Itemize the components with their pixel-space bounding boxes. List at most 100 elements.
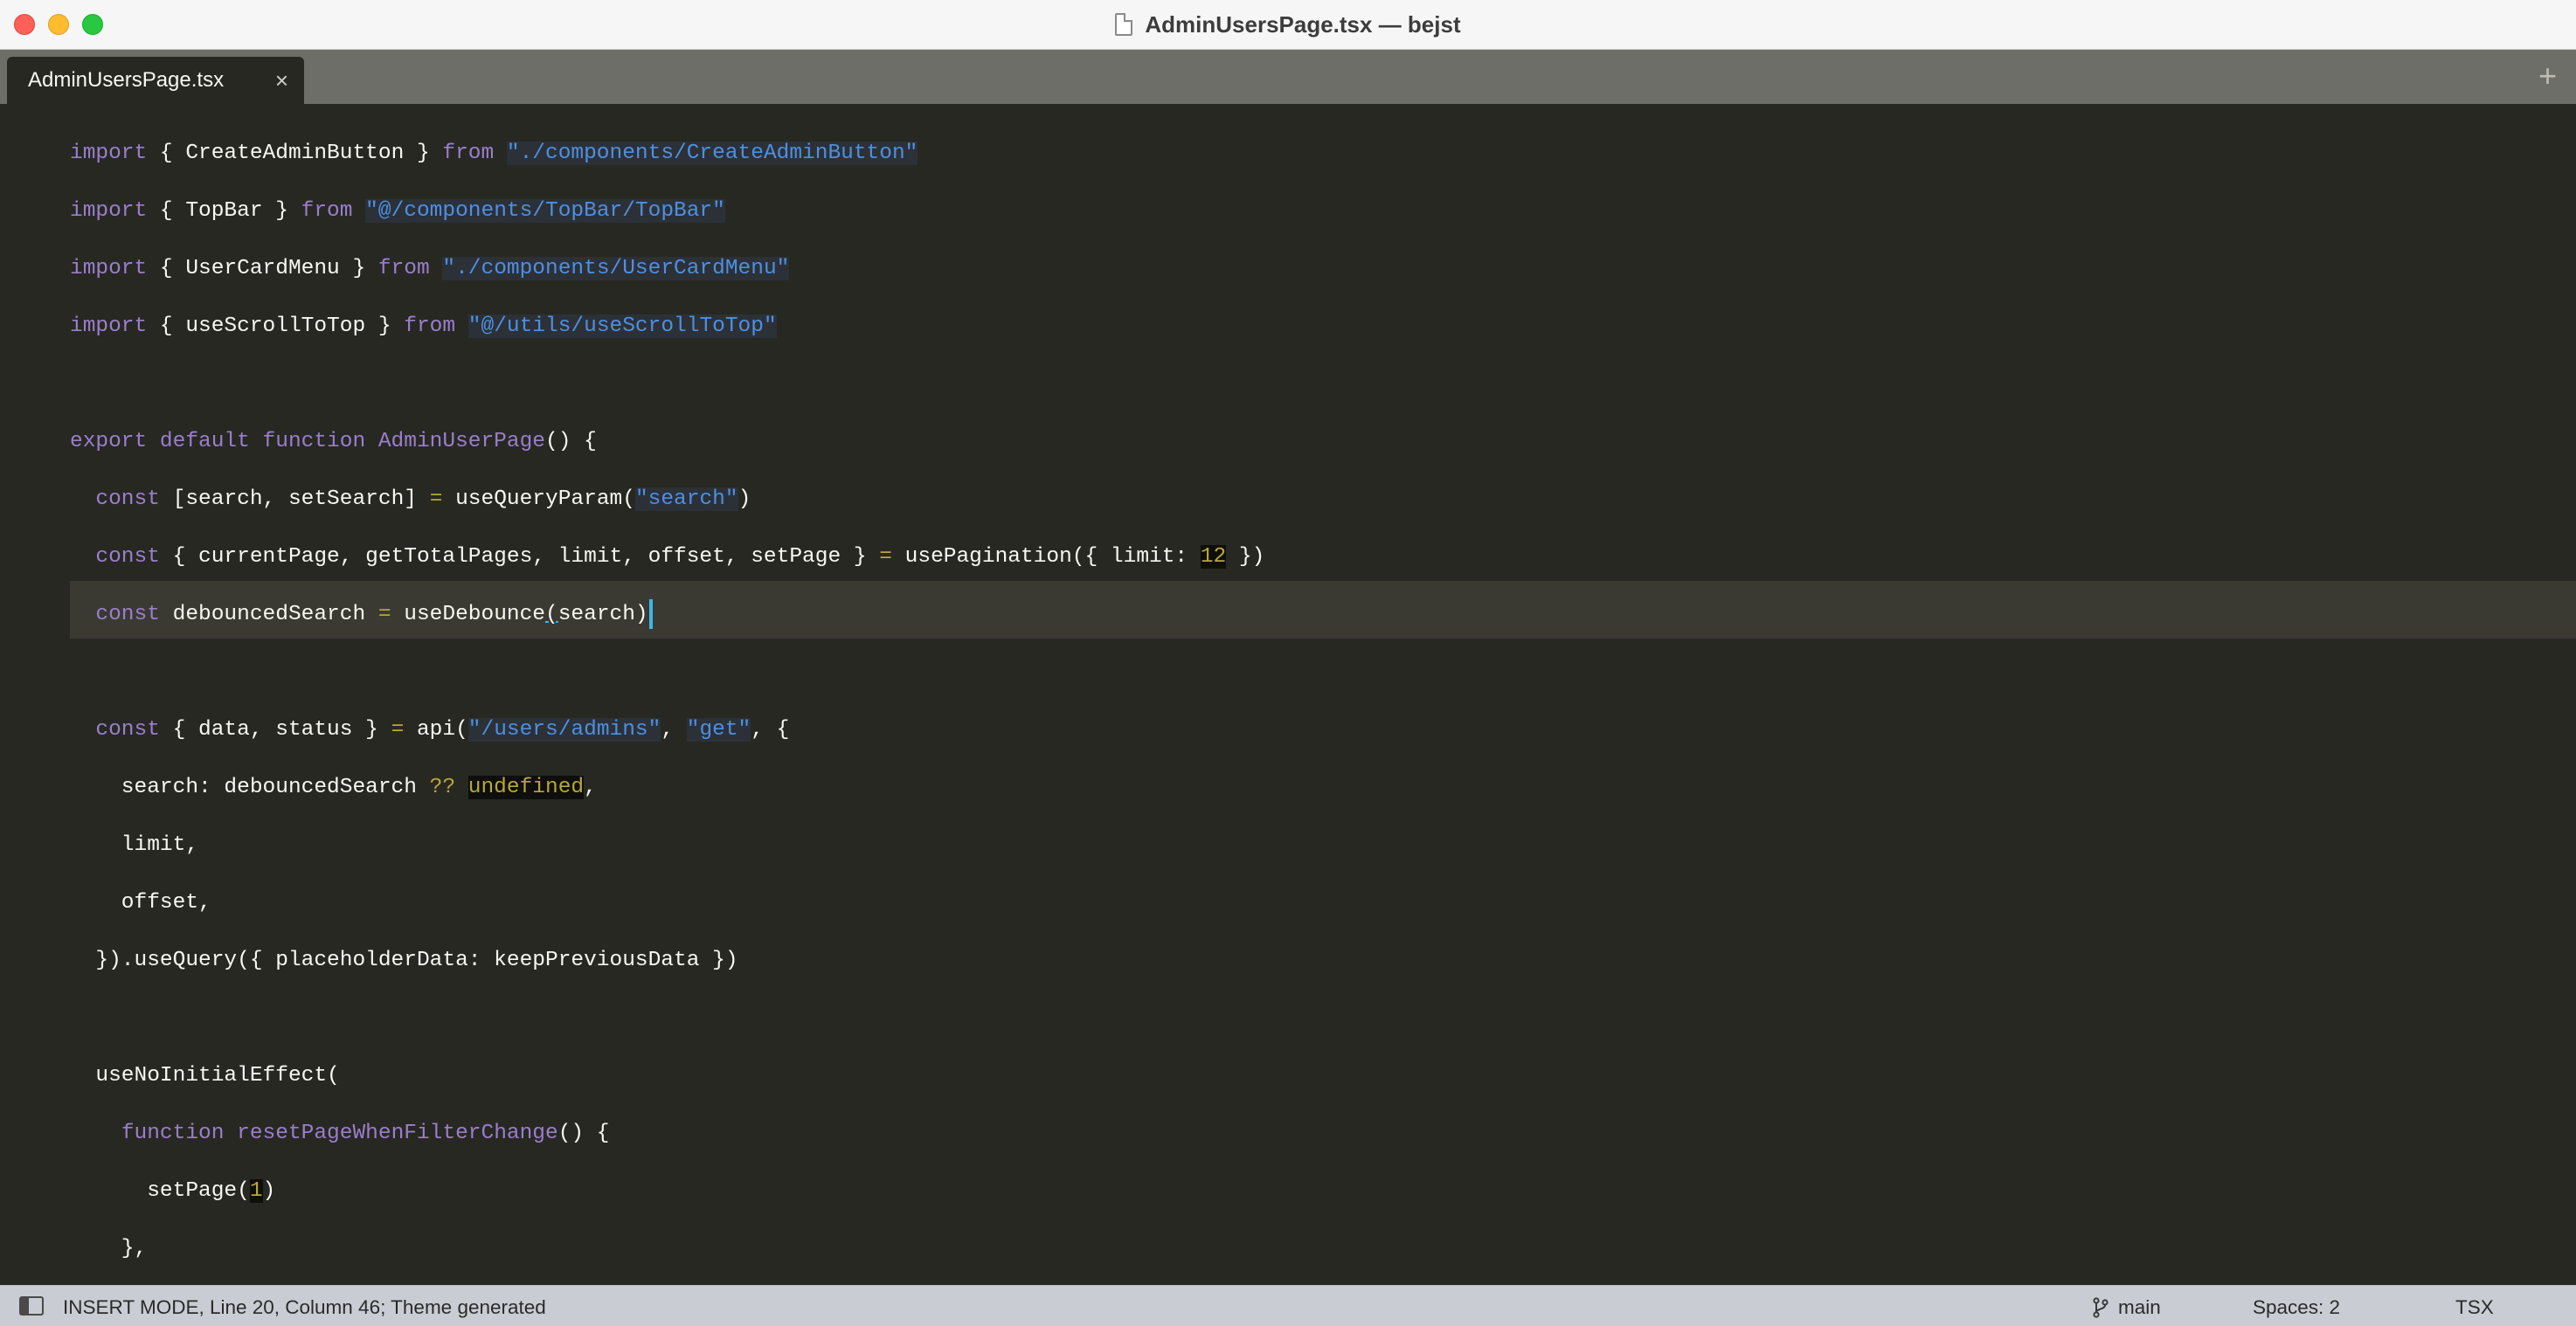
token: from <box>301 199 353 223</box>
git-branch-icon <box>2093 1297 2109 1318</box>
token: const <box>95 603 160 626</box>
token: debouncedSearch <box>159 603 378 626</box>
code-line-2[interactable]: import { TopBar } from "@/components/Top… <box>70 194 725 229</box>
token: useNoInitialEffect( <box>70 1064 340 1088</box>
token: setPage( <box>70 1179 250 1203</box>
code-line-11[interactable]: limit, <box>70 828 198 863</box>
token: = <box>391 718 405 742</box>
code-line-3[interactable]: import { UserCardMenu } from "./componen… <box>70 252 790 287</box>
token: from <box>377 257 430 280</box>
code-editor[interactable]: import { CreateAdminButton } from "./com… <box>0 104 2576 1285</box>
token: ( <box>545 603 558 626</box>
token: ?? <box>429 776 456 799</box>
code-line-4[interactable]: import { useScrollToTop } from "@/utils/… <box>70 309 777 344</box>
code-line-12[interactable]: offset, <box>70 886 211 921</box>
token: resetPageWhenFilterChange <box>237 1122 558 1145</box>
token: "/users/admins" <box>467 718 661 742</box>
code-line-17[interactable]: }, <box>70 1232 147 1267</box>
title-bar: AdminUsersPage.tsx — bejst <box>0 0 2576 50</box>
token: search: debouncedSearch <box>70 776 430 799</box>
token: import <box>70 199 148 223</box>
token: from <box>404 314 456 338</box>
sidebar-toggle-icon[interactable] <box>19 1296 44 1316</box>
git-branch-indicator[interactable]: main <box>2092 1296 2161 1319</box>
code-line-8[interactable]: const debouncedSearch = useDebounce(sear… <box>70 597 653 632</box>
token: "@/components/TopBar/TopBar" <box>365 199 725 223</box>
code-line-6[interactable]: const [search, setSearch] = useQueryPara… <box>70 482 751 517</box>
token: }).useQuery({ placeholderData: keepPrevi… <box>70 949 738 972</box>
status-bar: INSERT MODE, Line 20, Column 46; Theme g… <box>0 1285 2576 1326</box>
text-cursor <box>648 598 653 629</box>
status-mode-text: INSERT MODE, Line 20, Column 46; Theme g… <box>63 1296 546 1318</box>
token: export default function <box>70 430 366 453</box>
token: limit, <box>70 833 199 857</box>
new-tab-button[interactable]: + <box>2538 59 2557 93</box>
token: "./components/UserCardMenu" <box>442 257 790 280</box>
code-line-14[interactable]: useNoInitialEffect( <box>70 1059 340 1094</box>
token: { UserCardMenu } <box>147 257 378 280</box>
token: "./components/CreateAdminButton" <box>506 142 918 165</box>
code-line-13[interactable]: }).useQuery({ placeholderData: keepPrevi… <box>70 943 738 978</box>
code-line-15[interactable]: function resetPageWhenFilterChange() { <box>70 1116 610 1151</box>
token: offset, <box>70 891 211 915</box>
token: { TopBar } <box>147 199 301 223</box>
branch-name: main <box>2118 1296 2161 1318</box>
token: "@/utils/useScrollToTop" <box>467 314 777 338</box>
token: }, <box>70 1237 148 1260</box>
window-title: AdminUsersPage.tsx — bejst <box>1145 10 1461 38</box>
token: , <box>584 776 597 799</box>
token: undefined <box>467 776 585 799</box>
indentation-setting[interactable]: Spaces: 2 <box>2253 1296 2340 1319</box>
token: AdminUserPage <box>377 430 545 453</box>
document-icon <box>1115 13 1133 36</box>
code-line-10[interactable]: search: debouncedSearch ?? undefined, <box>70 770 597 805</box>
token: "get" <box>686 718 751 742</box>
editor-window: AdminUsersPage.tsx — bejst AdminUsersPag… <box>0 0 2576 1326</box>
code-line-9[interactable]: const { data, status } = api("/users/adm… <box>70 713 789 748</box>
code-line-7[interactable]: const { currentPage, getTotalPages, limi… <box>70 540 1264 575</box>
token: import <box>70 142 148 165</box>
token: api( <box>404 718 468 742</box>
token: from <box>442 142 495 165</box>
token: useQueryParam( <box>442 487 635 511</box>
token: [search, setSearch] <box>159 487 430 511</box>
window-title-wrap: AdminUsersPage.tsx — bejst <box>0 0 2576 49</box>
token: () { <box>545 430 597 453</box>
token: = <box>377 603 391 626</box>
token: search) <box>557 603 648 626</box>
token: { CreateAdminButton } <box>147 142 443 165</box>
token: , <box>661 718 687 742</box>
token: const <box>95 487 160 511</box>
token: usePagination({ limit: <box>891 545 1201 569</box>
token: ) <box>737 487 751 511</box>
token: }) <box>1226 545 1265 569</box>
syntax-selector[interactable]: TSX <box>2455 1296 2494 1319</box>
tab-adminuserspage[interactable]: AdminUsersPage.tsx × <box>7 57 304 104</box>
tab-label: AdminUsersPage.tsx <box>28 68 225 92</box>
tab-bar: AdminUsersPage.tsx × + <box>0 50 2576 104</box>
token: import <box>70 257 148 280</box>
token: import <box>70 314 148 338</box>
token: = <box>879 545 892 569</box>
token: const <box>95 718 160 742</box>
tab-close-icon[interactable]: × <box>275 67 288 94</box>
code-line-16[interactable]: setPage(1) <box>70 1174 275 1209</box>
token: ) <box>262 1179 276 1203</box>
token: { data, status } <box>159 718 391 742</box>
token: , { <box>751 718 790 742</box>
code-line-5[interactable]: export default function AdminUserPage() … <box>70 425 597 459</box>
token: { currentPage, getTotalPages, limit, off… <box>159 545 880 569</box>
code-line-1[interactable]: import { CreateAdminButton } from "./com… <box>70 136 918 171</box>
token: const <box>95 545 160 569</box>
